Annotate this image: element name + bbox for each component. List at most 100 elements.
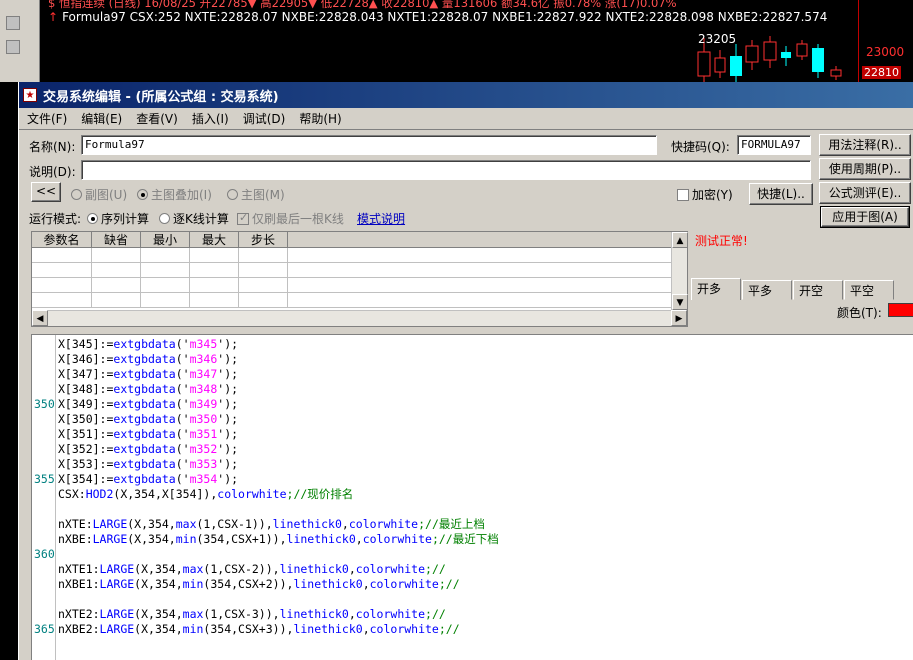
description-input[interactable] <box>81 160 811 180</box>
code-token: colorwhite <box>369 577 439 591</box>
code-line[interactable] <box>58 592 499 607</box>
formula-test-button[interactable]: 公式测评(E).. <box>819 182 911 204</box>
code-token: X[345]:= <box>58 337 114 351</box>
run-mode-series[interactable]: 序列计算 <box>87 210 149 227</box>
code-token: ;// <box>438 577 460 591</box>
scroll-down-icon[interactable]: ▼ <box>672 294 688 310</box>
table-row[interactable] <box>32 248 687 263</box>
code-line[interactable]: X[353]:=extgbdata('m353'); <box>58 457 499 472</box>
test-status-text: 测试正常! <box>695 234 748 248</box>
code-token: LARGE <box>92 532 128 546</box>
code-token: X[352]:= <box>58 442 114 456</box>
checkbox-icon <box>237 211 249 225</box>
code-token: extgbdata <box>113 337 176 351</box>
code-token: '); <box>217 397 239 411</box>
candle <box>745 45 759 63</box>
horizontal-scrollbar[interactable]: ◀ ▶ <box>32 310 687 326</box>
toolbar-icon[interactable] <box>6 16 20 30</box>
code-line[interactable]: X[349]:=extgbdata('m349'); <box>58 397 499 412</box>
code-line[interactable]: nXBE:LARGE(X,354,min(354,CSX+1)),linethi… <box>58 532 499 547</box>
code-token: (' <box>175 427 190 441</box>
name-input[interactable]: Formula97 <box>81 135 657 155</box>
apply-to-chart-button[interactable]: 应用于图(A) <box>820 206 910 228</box>
usage-period-button[interactable]: 使用周期(P).. <box>819 158 911 180</box>
code-token: nXTE1: <box>58 562 100 576</box>
run-mode-label: 运行模式: <box>29 212 82 226</box>
code-line[interactable] <box>58 547 499 562</box>
quick-button[interactable]: 快捷(L).. <box>749 183 813 205</box>
chart-mode-main[interactable]: 主图(M) <box>227 186 285 203</box>
code-token: , <box>362 622 370 636</box>
code-token: (354,CSX+1)), <box>196 532 287 546</box>
column-header[interactable]: 最大 <box>190 232 239 247</box>
tab-open-long[interactable]: 开多 <box>691 278 741 300</box>
code-line[interactable]: X[348]:=extgbdata('m348'); <box>58 382 499 397</box>
code-token: (1,CSX-2)), <box>203 562 280 576</box>
code-line[interactable]: nXTE2:LARGE(X,354,max(1,CSX-3)),linethic… <box>58 607 499 622</box>
refresh-last-bar-checkbox[interactable]: 仅刷最后一根K线 <box>237 210 344 227</box>
menu-file[interactable]: 文件(F) <box>27 110 67 127</box>
chart-mode-overlay-label: 主图叠加(I) <box>151 188 212 202</box>
code-token: m350 <box>189 412 218 426</box>
radio-icon <box>137 189 148 200</box>
vertical-scrollbar[interactable]: ▲ ▼ <box>671 232 688 310</box>
chart-mode-sub[interactable]: 副图(U) <box>71 186 127 203</box>
menu-debug[interactable]: 调试(D) <box>243 110 286 127</box>
code-line[interactable] <box>58 502 499 517</box>
usage-notes-button[interactable]: 用法注释(R).. <box>819 134 911 156</box>
tab-close-long[interactable]: 平多 <box>742 280 792 300</box>
mode-help-link[interactable]: 模式说明 <box>357 210 405 227</box>
shortcut-input[interactable]: FORMULA97 <box>737 135 811 155</box>
code-line[interactable]: X[345]:=extgbdata('m345'); <box>58 337 499 352</box>
table-row[interactable] <box>32 278 687 293</box>
code-text[interactable]: X[345]:=extgbdata('m345'); X[346]:=extgbd… <box>58 337 499 637</box>
menu-edit[interactable]: 编辑(E) <box>81 110 122 127</box>
code-token: (' <box>175 352 190 366</box>
collapse-button[interactable]: << <box>31 182 61 202</box>
radio-icon <box>71 189 82 200</box>
scroll-left-icon[interactable]: ◀ <box>32 310 48 326</box>
toolbar-icon[interactable] <box>6 40 20 54</box>
column-header[interactable]: 参数名 <box>32 232 92 247</box>
code-token: nXTE: <box>58 517 93 531</box>
run-mode-per-bar[interactable]: 逐K线计算 <box>159 210 229 227</box>
code-token: extgbdata <box>113 457 176 471</box>
code-line[interactable]: nXTE:LARGE(X,354,max(1,CSX-1)),linethick… <box>58 517 499 532</box>
code-line[interactable]: X[347]:=extgbdata('m347'); <box>58 367 499 382</box>
table-row[interactable] <box>32 293 687 308</box>
code-line[interactable]: X[350]:=extgbdata('m350'); <box>58 412 499 427</box>
code-line[interactable]: nXTE1:LARGE(X,354,max(1,CSX-2)),linethic… <box>58 562 499 577</box>
code-line[interactable]: nXBE2:LARGE(X,354,min(354,CSX+3)),lineth… <box>58 622 499 637</box>
code-token: nXBE1: <box>58 577 100 591</box>
scroll-right-icon[interactable]: ▶ <box>671 310 687 326</box>
code-editor[interactable]: 350 355 360 365 X[345]:=extgbdata('m345'); X… <box>31 334 913 660</box>
code-line[interactable]: X[346]:=extgbdata('m346'); <box>58 352 499 367</box>
tab-open-short[interactable]: 开空 <box>793 280 843 300</box>
code-line[interactable]: X[352]:=extgbdata('m352'); <box>58 442 499 457</box>
column-header[interactable]: 步长 <box>239 232 288 247</box>
menu-help[interactable]: 帮助(H) <box>299 110 341 127</box>
code-line[interactable]: CSX:HOD2(X,354,X[354]),colorwhite;//现价排名 <box>58 487 499 502</box>
parameter-table[interactable]: 参数名 缺省 最小 最大 步长 ▲ ▼ ◀ ▶ <box>31 231 688 327</box>
code-token: CSX: <box>58 487 86 501</box>
code-line[interactable]: X[351]:=extgbdata('m351'); <box>58 427 499 442</box>
color-swatch[interactable] <box>888 303 913 317</box>
dialog-titlebar[interactable]: ★ 交易系统编辑 - (所属公式组 : 交易系统) <box>19 82 913 108</box>
code-token: ;//现价排名 <box>286 487 354 501</box>
code-token: m352 <box>189 442 218 456</box>
scroll-up-icon[interactable]: ▲ <box>672 232 688 248</box>
candle <box>714 57 726 73</box>
table-row[interactable] <box>32 263 687 278</box>
code-token: LARGE <box>99 577 135 591</box>
column-header[interactable]: 最小 <box>141 232 190 247</box>
tab-close-short[interactable]: 平空 <box>844 280 894 300</box>
encrypt-checkbox[interactable]: 加密(Y) <box>677 186 733 203</box>
menu-insert[interactable]: 插入(I) <box>192 110 229 127</box>
code-line[interactable]: nXBE1:LARGE(X,354,min(354,CSX+2)),lineth… <box>58 577 499 592</box>
chart-mode-overlay[interactable]: 主图叠加(I) <box>137 186 212 203</box>
column-header[interactable]: 缺省 <box>92 232 141 247</box>
code-line[interactable]: X[354]:=extgbdata('m354'); <box>58 472 499 487</box>
menu-view[interactable]: 查看(V) <box>136 110 178 127</box>
candle <box>763 41 777 61</box>
position-tabs: 开多 平多 开空 平空 <box>691 278 895 300</box>
